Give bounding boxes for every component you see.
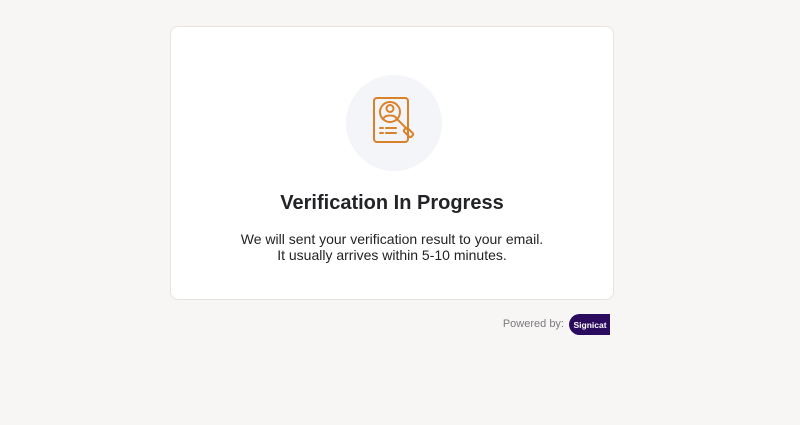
status-message-line-1: We will sent your verification result to… [240, 231, 544, 247]
signicat-logo[interactable]: Signicat [569, 314, 610, 335]
page-title: Verification In Progress [280, 192, 504, 214]
status-icon-container [346, 75, 442, 171]
document-search-icon [373, 97, 415, 143]
page: Verification In Progress We will sent yo… [0, 0, 800, 425]
powered-by: Powered by: Signicat [470, 314, 610, 336]
status-message-line-2: It usually arrives within 5-10 minutes. [277, 247, 507, 263]
verification-card: Verification In Progress We will sent yo… [170, 26, 614, 300]
powered-by-label: Powered by: [502, 318, 564, 330]
svg-text:Signicat: Signicat [573, 320, 606, 330]
